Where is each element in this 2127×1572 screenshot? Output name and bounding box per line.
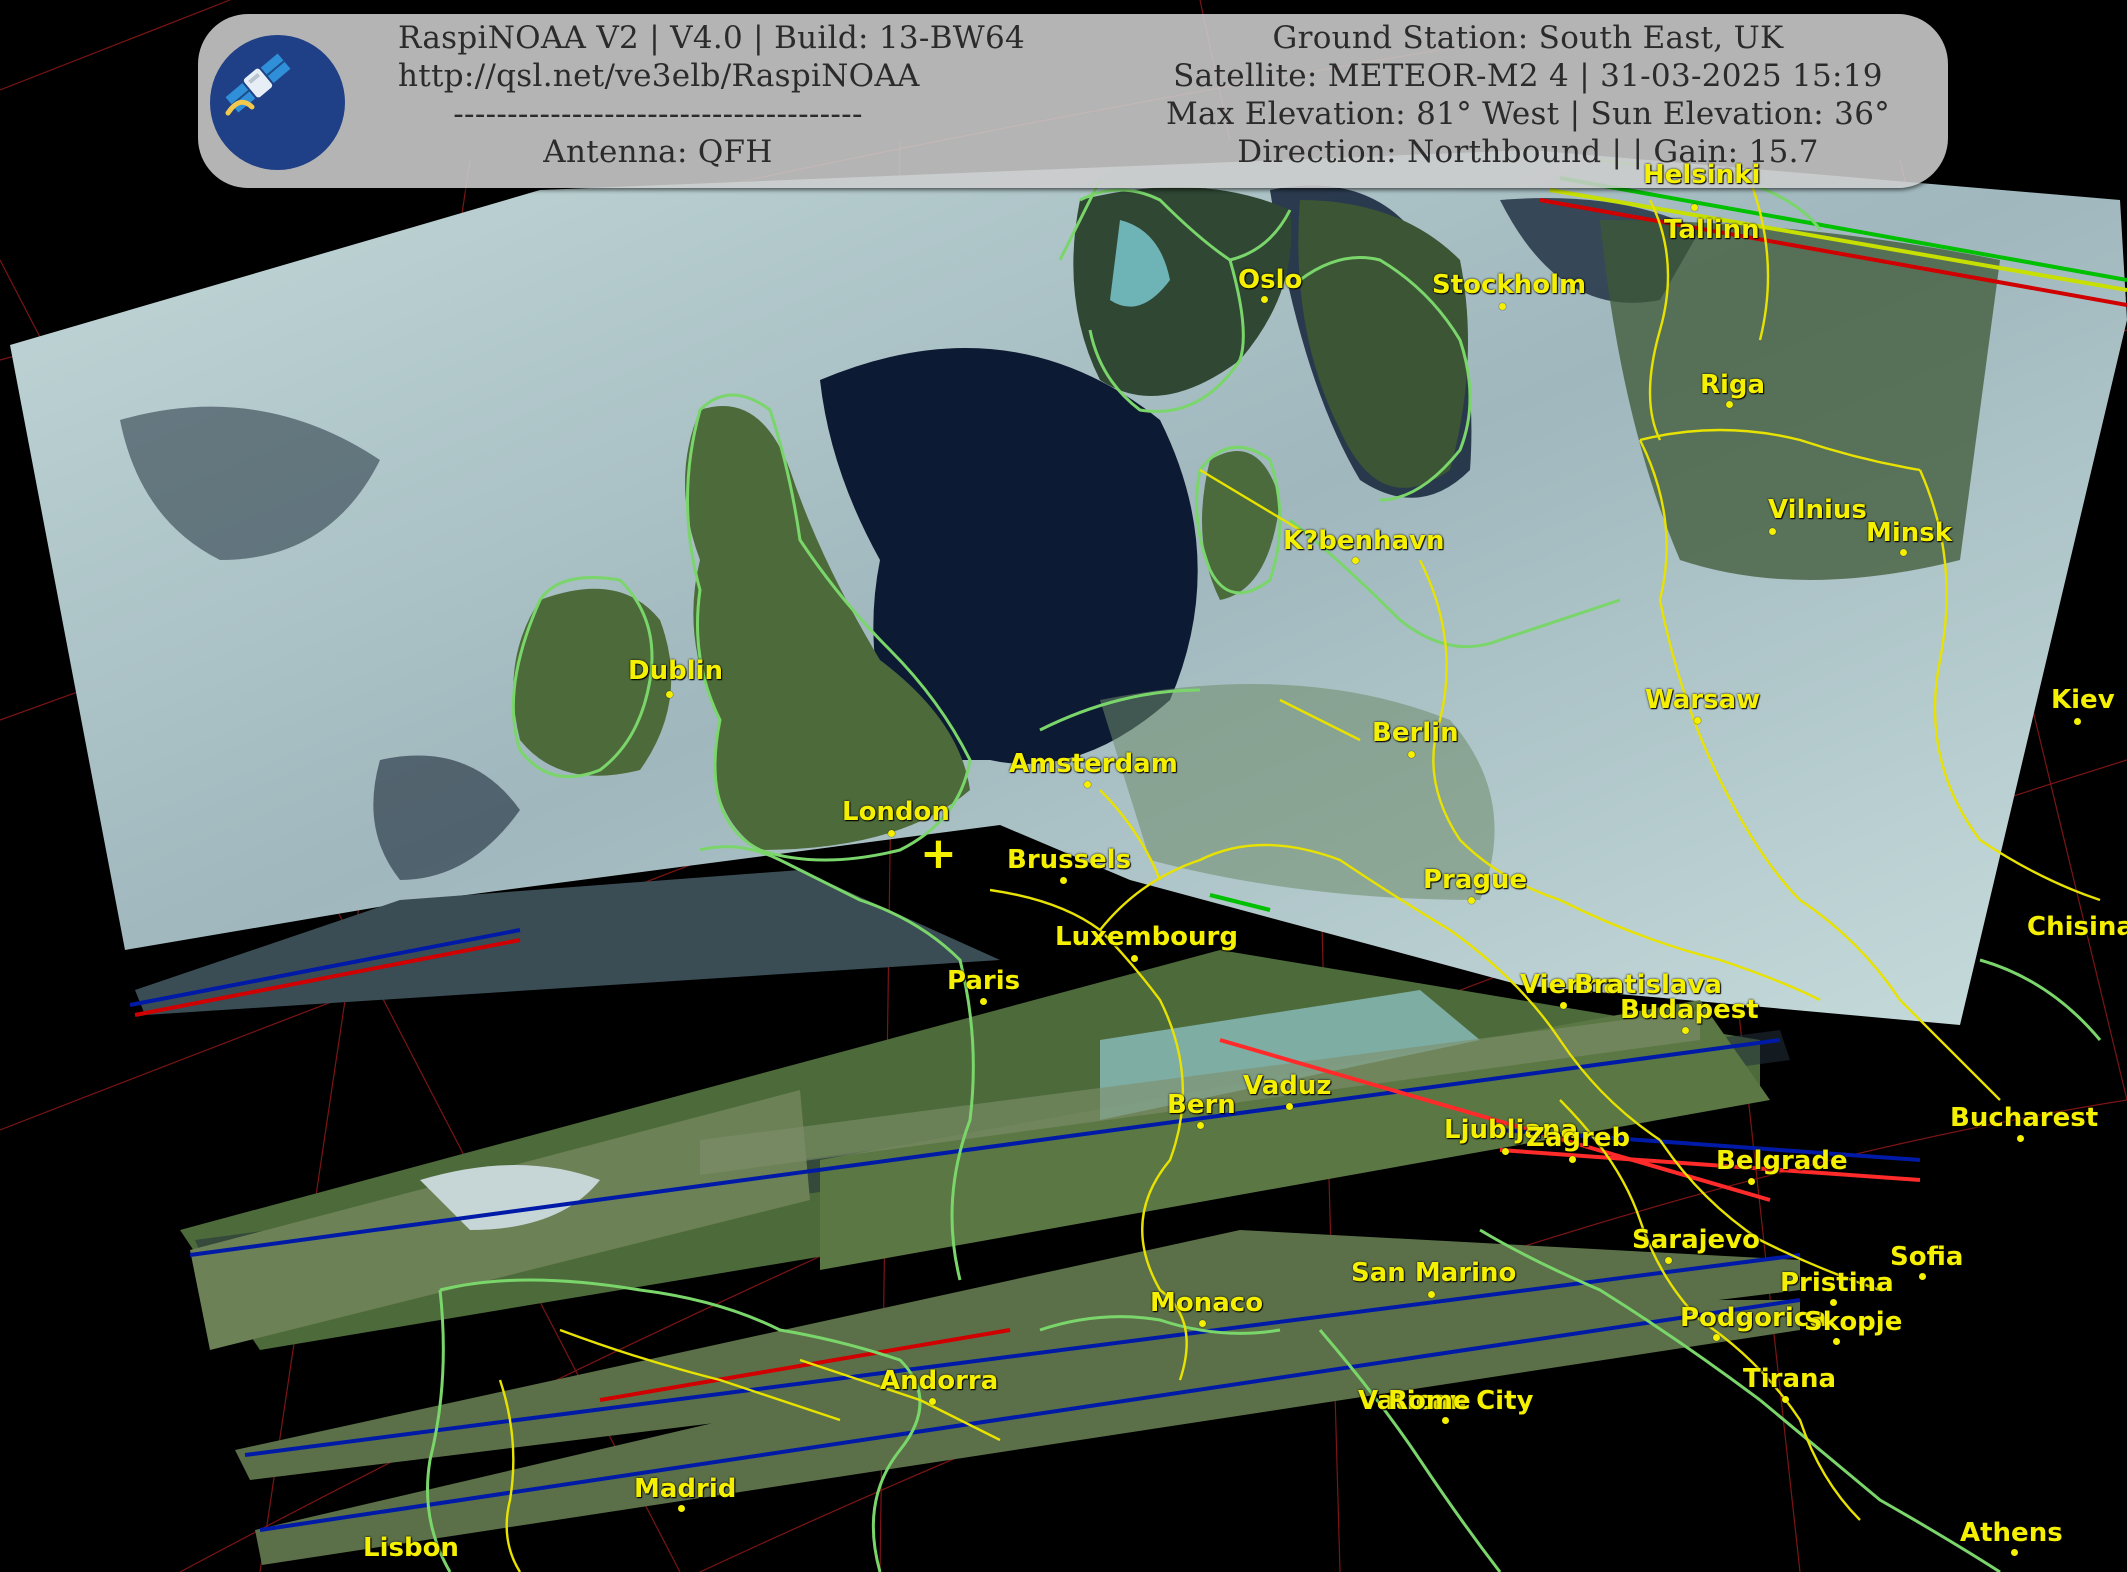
- city-dot: [1782, 1396, 1789, 1403]
- city-label: Kiev: [2051, 685, 2115, 715]
- header-divider-line: --------------------------------------: [453, 96, 863, 132]
- city-label: Pristina: [1780, 1268, 1894, 1298]
- city-label: Monaco: [1150, 1288, 1264, 1318]
- city-dot: [1919, 1273, 1926, 1280]
- header-satellite-line: Satellite: METEOR-M2 4 | 31-03-2025 15:1…: [1173, 58, 1883, 94]
- northern-swath: [10, 150, 2127, 1025]
- city-dot: [1084, 781, 1091, 788]
- city-dot: [1468, 897, 1475, 904]
- city-label: Madrid: [634, 1474, 737, 1504]
- city-label: Sarajevo: [1632, 1225, 1760, 1255]
- city-dot: [1131, 955, 1138, 962]
- city-dot: [1199, 1320, 1206, 1327]
- city-dot: [1197, 1122, 1204, 1129]
- city-label: Andorra: [880, 1366, 999, 1396]
- city-dot: [1682, 1027, 1689, 1034]
- header-url-line: http://qsl.net/ve3elb/RaspiNOAA: [398, 58, 920, 94]
- city-dot: [1748, 1178, 1755, 1185]
- city-label: Minsk: [1866, 518, 1953, 548]
- city-dot: [1060, 877, 1067, 884]
- city-label: Skopje: [1804, 1307, 1903, 1337]
- city-dot: [1769, 528, 1776, 535]
- city-label: Tallinn: [1664, 215, 1760, 245]
- city-dot: [1665, 1257, 1672, 1264]
- city-label: Rome: [1388, 1386, 1471, 1416]
- city-label: Lisbon: [363, 1533, 459, 1563]
- city-label: Bern: [1167, 1090, 1236, 1120]
- city-label: Budapest: [1620, 995, 1759, 1025]
- city-label: Athens: [1960, 1518, 2063, 1548]
- city-dot: [888, 830, 895, 837]
- city-label: San Marino: [1351, 1258, 1517, 1288]
- city-label: Sofia: [1890, 1242, 1964, 1272]
- header-station-line: Ground Station: South East, UK: [1272, 20, 1784, 56]
- city-dot: [1286, 1103, 1293, 1110]
- city-dot: [1408, 751, 1415, 758]
- city-label: K?benhavn: [1283, 526, 1445, 556]
- city-label: Helsinki: [1643, 160, 1761, 190]
- city-label: Riga: [1700, 370, 1766, 400]
- city-label: Bucharest: [1950, 1103, 2099, 1133]
- header-direction-line: Direction: Northbound | | Gain: 15.7: [1237, 134, 1819, 170]
- city-label: Vaduz: [1243, 1071, 1332, 1101]
- city-label: Tirana: [1743, 1364, 1837, 1394]
- city-label: Zagreb: [1526, 1123, 1631, 1153]
- city-label: Stockholm: [1432, 270, 1587, 300]
- city-label: London: [842, 797, 950, 827]
- city-label: Vilnius: [1768, 495, 1867, 525]
- city-label: Warsaw: [1645, 685, 1761, 715]
- header-elevation-line: Max Elevation: 81° West | Sun Elevation:…: [1165, 96, 1891, 132]
- city-label: Amsterdam: [1009, 749, 1178, 779]
- city-dot: [2011, 1549, 2018, 1556]
- city-dot: [1352, 557, 1359, 564]
- city-dot: [1830, 1299, 1837, 1306]
- header-antenna-line: Antenna: QFH: [543, 134, 773, 170]
- city-dot: [980, 998, 987, 1005]
- city-label: Luxembourg: [1055, 922, 1238, 952]
- satellite-image: RaspiNOAA V2 | V4.0 | Build: 13-BW64 htt…: [0, 0, 2127, 1572]
- city-dot: [1900, 549, 1907, 556]
- city-dot: [1499, 303, 1506, 310]
- city-dot: [929, 1398, 936, 1405]
- header-build-line: RaspiNOAA V2 | V4.0 | Build: 13-BW64: [398, 20, 1026, 56]
- city-label: Brussels: [1007, 845, 1132, 875]
- city-dot: [1694, 717, 1701, 724]
- city-label: Dublin: [628, 656, 724, 686]
- city-label: Oslo: [1238, 265, 1303, 295]
- city-dot: [1691, 204, 1698, 211]
- city-dot: [1726, 401, 1733, 408]
- city-dot: [1502, 1148, 1509, 1155]
- city-label: Berlin: [1372, 718, 1459, 748]
- city-label: Belgrade: [1716, 1146, 1848, 1176]
- city-dot: [678, 1505, 685, 1512]
- city-dot: [1833, 1338, 1840, 1345]
- city-label: Chisinau: [2027, 912, 2127, 942]
- city-dot: [1713, 1334, 1720, 1341]
- city-dot: [1428, 1291, 1435, 1298]
- city-dot: [1442, 1417, 1449, 1424]
- ground-station-marker: +: [920, 828, 957, 879]
- city-dot: [1261, 296, 1268, 303]
- city-dot: [2017, 1135, 2024, 1142]
- city-dot: [1569, 1156, 1576, 1163]
- city-dot: [2074, 718, 2081, 725]
- city-label: Prague: [1423, 865, 1528, 895]
- city-label: Paris: [947, 966, 1021, 996]
- satellite-icon: [210, 35, 345, 170]
- city-dot: [666, 691, 673, 698]
- city-dot: [1560, 1002, 1567, 1009]
